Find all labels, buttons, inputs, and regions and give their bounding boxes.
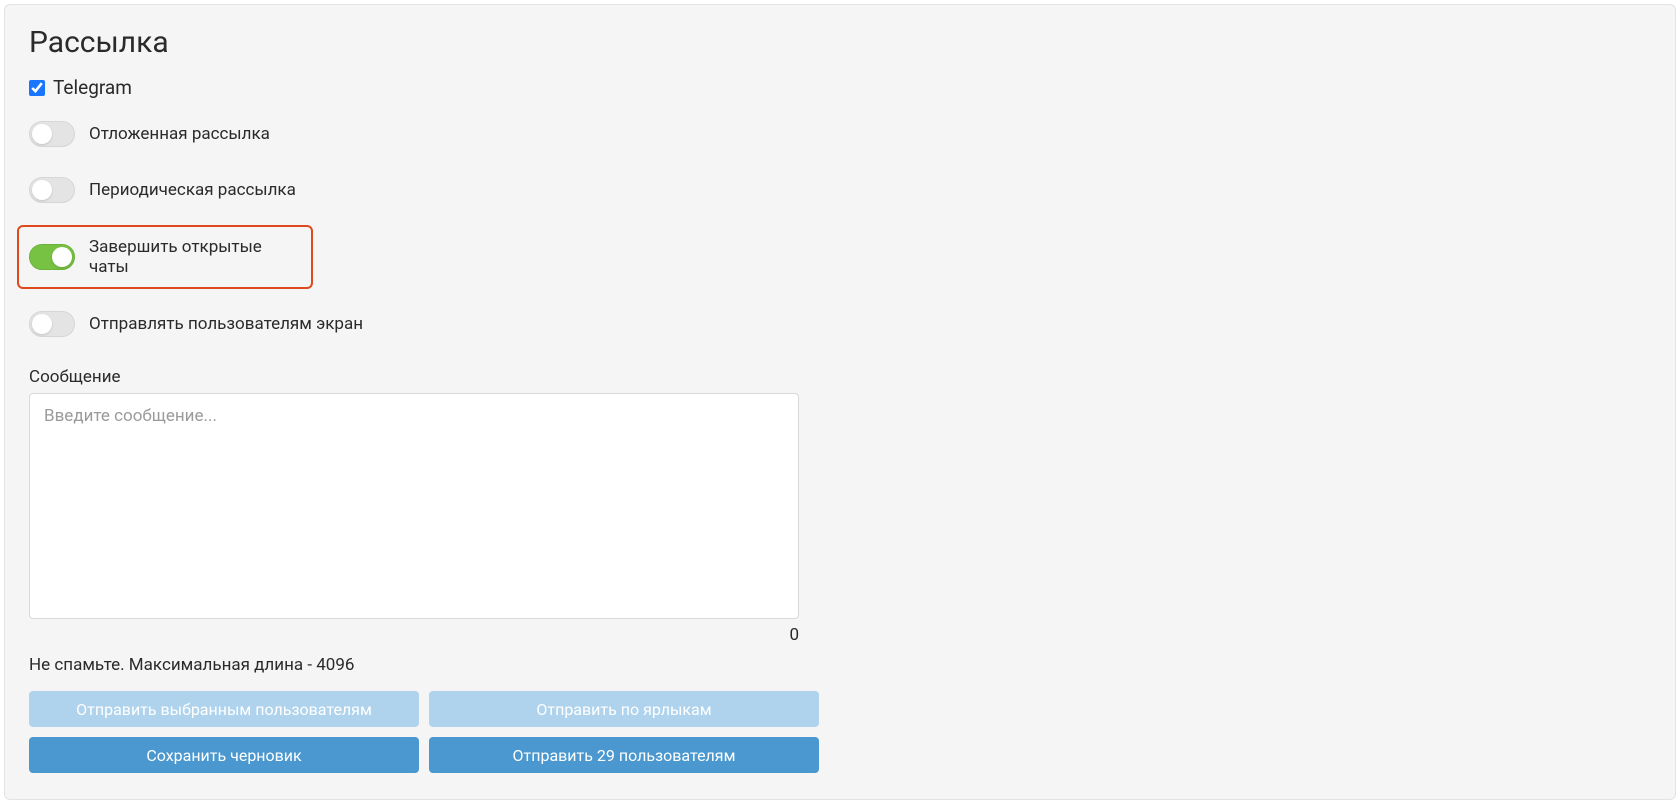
delayed-toggle[interactable]: [29, 121, 75, 147]
close-chats-toggle-row: Завершить открытые чаты: [17, 225, 313, 289]
periodic-toggle-row: Периодическая рассылка: [29, 177, 1651, 203]
send-by-labels-button[interactable]: Отправить по ярлыкам: [429, 691, 819, 727]
telegram-checkbox[interactable]: [29, 80, 45, 96]
send-to-users-button[interactable]: Отправить 29 пользователям: [429, 737, 819, 773]
delayed-toggle-row: Отложенная рассылка: [29, 121, 1651, 147]
send-screen-toggle-row: Отправлять пользователям экран: [29, 311, 1651, 337]
periodic-label: Периодическая рассылка: [89, 180, 296, 200]
message-hint: Не спамьте. Максимальная длина - 4096: [29, 655, 1651, 675]
send-selected-button[interactable]: Отправить выбранным пользователям: [29, 691, 419, 727]
message-counter: 0: [29, 625, 799, 645]
send-screen-label: Отправлять пользователям экран: [89, 314, 363, 334]
close-chats-label: Завершить открытые чаты: [89, 237, 301, 277]
delayed-label: Отложенная рассылка: [89, 124, 270, 144]
broadcast-panel: Рассылка Telegram Отложенная рассылка Пе…: [4, 4, 1676, 800]
message-input[interactable]: [29, 393, 799, 619]
message-label: Сообщение: [29, 367, 1651, 387]
page-title: Рассылка: [29, 25, 1651, 60]
close-chats-toggle[interactable]: [29, 244, 75, 270]
button-grid: Отправить выбранным пользователям Отправ…: [29, 691, 819, 773]
send-screen-toggle[interactable]: [29, 311, 75, 337]
telegram-checkbox-row: Telegram: [29, 76, 1651, 99]
save-draft-button[interactable]: Сохранить черновик: [29, 737, 419, 773]
periodic-toggle[interactable]: [29, 177, 75, 203]
telegram-label[interactable]: Telegram: [53, 76, 132, 99]
